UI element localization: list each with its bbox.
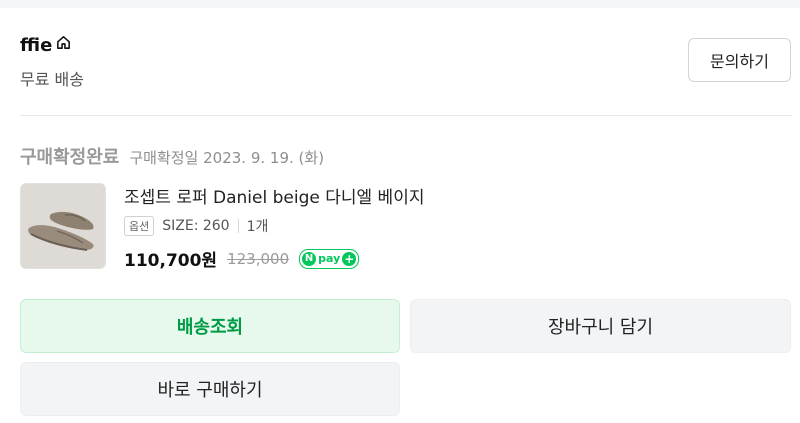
- buy-now-button[interactable]: 바로 구매하기: [20, 362, 400, 416]
- option-size: SIZE: 260: [162, 218, 230, 234]
- confirm-date: 구매확정일 2023. 9. 19. (화): [129, 149, 325, 167]
- sale-price: 110,700원: [124, 251, 218, 271]
- store-header: ffie: [20, 34, 72, 56]
- home-icon: [55, 34, 72, 56]
- npay-badge: N pay +: [299, 248, 360, 269]
- product-title[interactable]: 조셉트 로퍼 Daniel beige 다니엘 베이지: [124, 183, 424, 208]
- add-to-cart-button[interactable]: 장바구니 담기: [410, 299, 791, 353]
- product-options: 옵션 SIZE: 260 1개: [124, 216, 268, 236]
- loafer-image: [21, 184, 105, 268]
- original-price: 123,000: [227, 249, 290, 268]
- top-strip: [0, 0, 800, 8]
- price-row: 110,700원 123,000 N pay +: [124, 246, 360, 271]
- store-link[interactable]: ffie: [20, 34, 72, 56]
- naver-n-icon: N: [302, 251, 317, 266]
- shipping-info: 무료 배송: [20, 70, 84, 89]
- option-separator: [237, 219, 239, 233]
- plus-icon: +: [342, 251, 357, 266]
- npay-label: pay: [318, 252, 341, 265]
- delivery-tracking-button[interactable]: 배송조회: [20, 299, 400, 353]
- store-name: ffie: [20, 34, 53, 56]
- option-quantity: 1개: [246, 219, 269, 235]
- divider: [20, 115, 792, 116]
- product-thumbnail[interactable]: [20, 183, 106, 269]
- option-tag: 옵션: [124, 216, 155, 236]
- order-status: 구매확정완료: [20, 147, 120, 168]
- inquiry-button[interactable]: 문의하기: [688, 38, 791, 82]
- order-status-row: 구매확정완료 구매확정일 2023. 9. 19. (화): [20, 143, 324, 169]
